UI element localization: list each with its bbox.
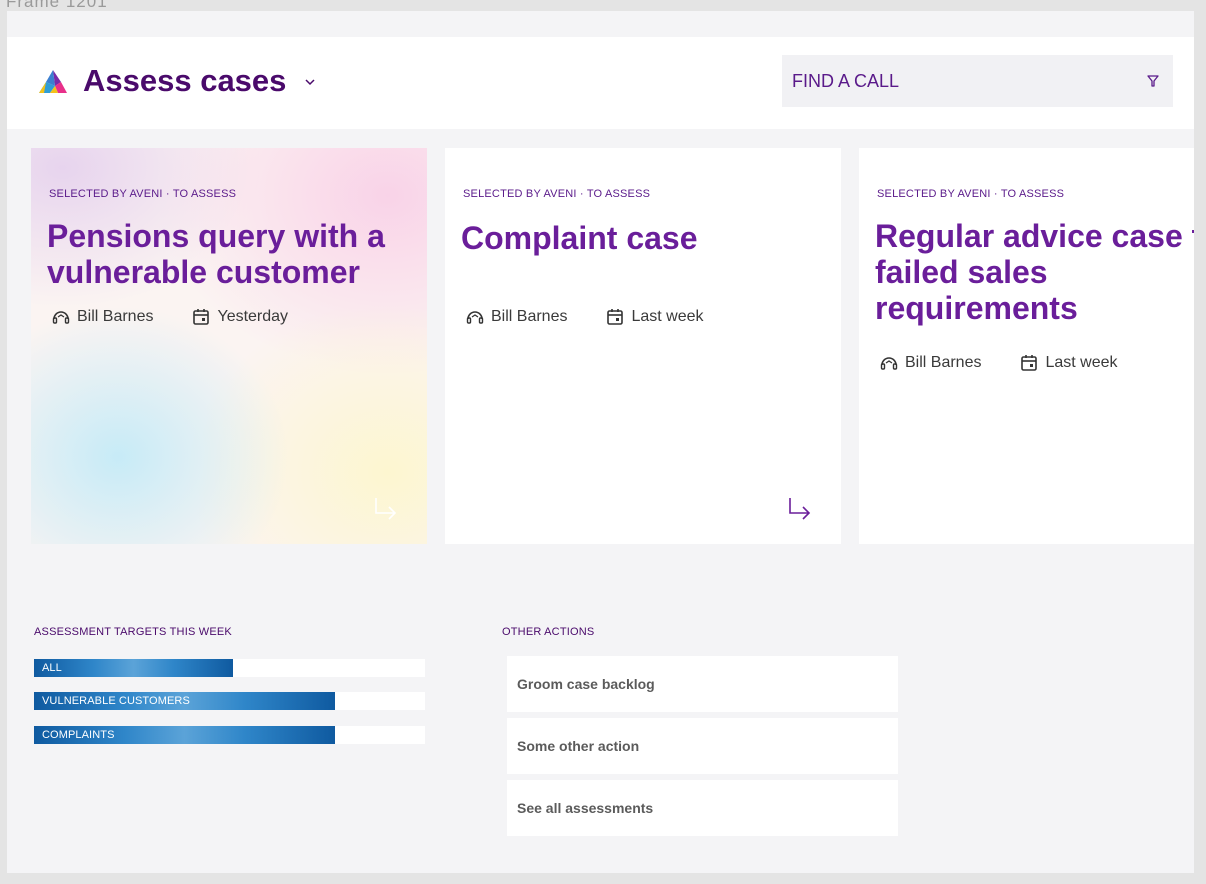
- target-bar-fill: [34, 659, 234, 677]
- date-text: Last week: [631, 308, 704, 325]
- date-text: Yesterday: [217, 308, 289, 325]
- case-card[interactable]: SELECTED BY AVENI · TO ASSESS Complaint …: [445, 148, 841, 544]
- action-groom-backlog[interactable]: Groom case backlog: [507, 656, 898, 712]
- action-other[interactable]: Some other action: [507, 718, 898, 774]
- chevron-down-icon[interactable]: [303, 75, 317, 89]
- card-tag: SELECTED BY AVENI · TO ASSESS: [49, 188, 237, 200]
- target-bar: ALL: [34, 659, 425, 677]
- card-title: Complaint case: [461, 220, 698, 256]
- other-actions-heading: OTHER ACTIONS: [502, 626, 595, 638]
- headset-icon: [52, 311, 70, 324]
- arrow-down-right-icon[interactable]: [787, 495, 813, 521]
- calendar-icon: [193, 309, 210, 325]
- case-card[interactable]: SELECTED BY AVENI · TO ASSESS Regular ad…: [859, 148, 1194, 544]
- action-label: Groom case backlog: [517, 676, 655, 692]
- card-tag: SELECTED BY AVENI · TO ASSESS: [463, 188, 651, 200]
- search-input[interactable]: [792, 55, 1132, 107]
- card-title: Regular advice case that failed sales re…: [875, 218, 1194, 326]
- card-person: Bill Barnes: [51, 307, 153, 327]
- card-person: Bill Barnes: [879, 353, 981, 373]
- target-bar-label: ALL: [42, 662, 62, 674]
- headset-icon: [466, 311, 484, 324]
- target-bar-label: COMPLAINTS: [42, 729, 115, 741]
- card-meta: Bill Barnes Last week: [465, 306, 742, 328]
- headset-icon: [880, 357, 898, 370]
- person-name: Bill Barnes: [905, 354, 982, 371]
- app-frame: Assess cases SELECTED BY AVENI · TO ASSE…: [7, 11, 1194, 873]
- find-call-search: [782, 55, 1173, 107]
- action-see-all-assessments[interactable]: See all assessments: [507, 780, 898, 836]
- card-title: Pensions query with a vulnerable custome…: [47, 218, 385, 290]
- card-meta: Bill Barnes Yesterday: [51, 306, 326, 328]
- calendar-icon: [607, 309, 624, 325]
- filter-icon[interactable]: [1146, 73, 1160, 89]
- page-header: Assess cases: [7, 37, 1194, 129]
- arrow-down-right-icon[interactable]: [373, 495, 399, 521]
- person-name: Bill Barnes: [491, 308, 568, 325]
- card-tag: SELECTED BY AVENI · TO ASSESS: [877, 188, 1065, 200]
- action-label: See all assessments: [517, 800, 654, 816]
- page-title: Assess cases: [83, 63, 287, 98]
- date-text: Last week: [1045, 354, 1118, 371]
- aveni-logo-icon: [39, 70, 67, 93]
- target-bar: COMPLAINTS: [34, 726, 425, 744]
- card-person: Bill Barnes: [465, 307, 567, 327]
- target-bar-label: VULNERABLE CUSTOMERS: [42, 695, 190, 707]
- card-date: Last week: [1019, 353, 1118, 373]
- card-date: Last week: [605, 307, 704, 327]
- card-date: Yesterday: [191, 307, 288, 327]
- person-name: Bill Barnes: [77, 308, 154, 325]
- target-bar: VULNERABLE CUSTOMERS: [34, 692, 425, 710]
- action-label: Some other action: [517, 738, 640, 754]
- targets-heading: ASSESSMENT TARGETS THIS WEEK: [34, 626, 232, 638]
- case-card[interactable]: SELECTED BY AVENI · TO ASSESS Pensions q…: [31, 148, 427, 544]
- calendar-icon: [1021, 355, 1038, 371]
- card-meta: Bill Barnes Last week: [879, 352, 1156, 374]
